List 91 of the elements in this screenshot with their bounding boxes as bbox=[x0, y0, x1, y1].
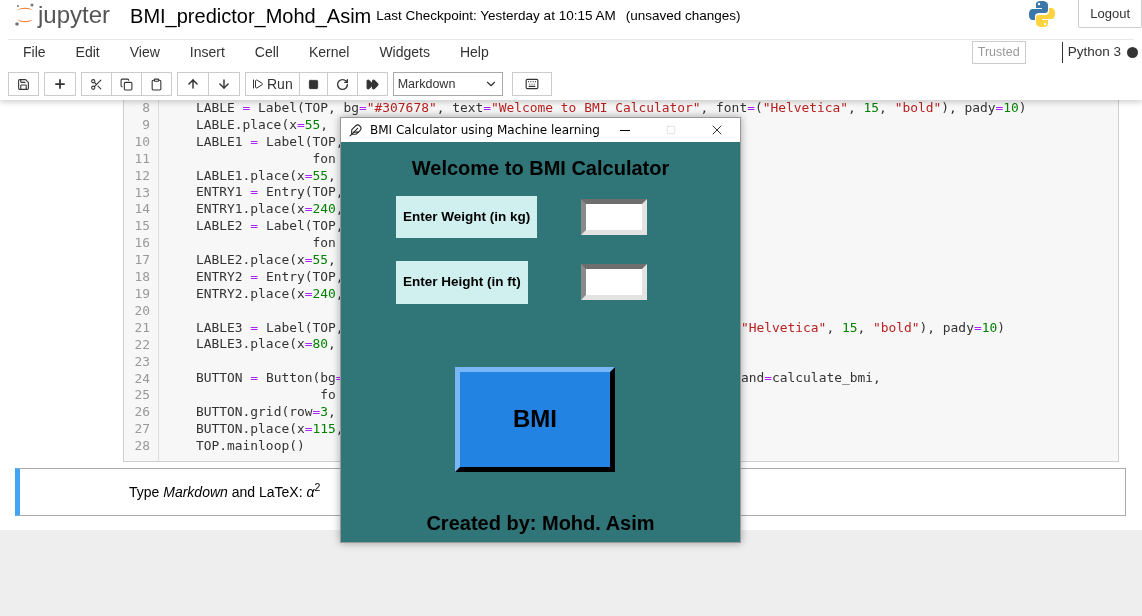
line-number: 16 bbox=[134, 235, 150, 253]
field-label: Enter Height (in ft) bbox=[396, 261, 528, 304]
line-number: 20 bbox=[134, 302, 150, 320]
kernel-name: Python 3 bbox=[1061, 42, 1121, 63]
menu-item[interactable]: File bbox=[8, 42, 61, 63]
move-up-button[interactable] bbox=[177, 72, 209, 96]
code-line: LABLE2.place(x=55, bbox=[196, 252, 336, 269]
code-line: "Helvetica", 15, "bold"), pady=10) bbox=[741, 319, 1005, 337]
line-number: 12 bbox=[134, 167, 150, 185]
jupyter-logo-icon bbox=[14, 2, 36, 28]
code-line: and=calculate_bmi, bbox=[741, 370, 881, 388]
code-line: ENTRY1.place(x=240, bbox=[196, 201, 344, 219]
code-line: LABLE3 = Label(TOP, bbox=[196, 319, 344, 337]
code-line: LABLE3.place(x=80, bbox=[196, 336, 336, 354]
code-line: ENTRY1 = Entry(TOP, bbox=[196, 184, 344, 202]
code-line: fo bbox=[319, 387, 336, 405]
markdown-text: Type Markdown and LaTeX: α$^{2}$ bbox=[129, 481, 321, 502]
line-number: 27 bbox=[134, 421, 150, 439]
move-down-button[interactable] bbox=[209, 72, 240, 96]
code-line: LABLE1.place(x=55, bbox=[196, 167, 336, 185]
restart-button[interactable] bbox=[327, 72, 358, 96]
add-cell-button[interactable] bbox=[44, 72, 76, 96]
bmi-button[interactable]: BMI bbox=[455, 366, 615, 472]
code-line: LABLE.place(x=55, bbox=[196, 116, 328, 134]
code-line: LABLE = Label(TOP, bg="#307678", text="Welcome to BMI Calculator", font=("Helvetica", 15, "bold"), pady=10) bbox=[196, 100, 1027, 117]
line-number: 11 bbox=[134, 150, 150, 168]
stop-icon bbox=[307, 78, 319, 90]
line-number: 18 bbox=[134, 269, 150, 286]
maximize-icon bbox=[666, 125, 676, 135]
code-line: ENTRY2 = Entry(TOP, bbox=[196, 268, 344, 286]
code-line: BUTTON.grid(row=3, bbox=[196, 404, 336, 421]
welcome-heading: Welcome to BMI Calculator bbox=[411, 156, 670, 181]
code-line: LABLE2 = Label(TOP, bbox=[196, 218, 344, 236]
code-line: fon bbox=[311, 235, 336, 252]
feather-icon bbox=[349, 123, 362, 137]
clipboard-icon bbox=[150, 77, 163, 91]
checkpoint-text: Last Checkpoint: Yesterday at 10:15 AM bbox=[376, 7, 616, 25]
menu-item[interactable]: View bbox=[114, 42, 175, 63]
menu-item[interactable]: Cell bbox=[239, 42, 294, 63]
save-button[interactable] bbox=[8, 72, 39, 96]
line-number: 26 bbox=[134, 404, 150, 422]
stop-button[interactable] bbox=[299, 72, 328, 96]
step-icon bbox=[252, 78, 264, 90]
line-number: 9 bbox=[142, 116, 150, 134]
line-number: 22 bbox=[134, 336, 150, 354]
minimize-icon bbox=[620, 129, 630, 131]
menu-item[interactable]: Kernel bbox=[293, 42, 365, 63]
line-number: 19 bbox=[134, 285, 150, 303]
menu-item[interactable]: Widgets bbox=[364, 42, 445, 63]
line-number: 24 bbox=[134, 370, 150, 388]
unsaved-text: (unsaved changes) bbox=[625, 7, 741, 25]
window-title: BMI Calculator using Machine learning bbox=[370, 122, 600, 139]
menu-item[interactable]: Help bbox=[444, 42, 504, 63]
cell-type-select[interactable]: Markdown bbox=[392, 72, 503, 96]
restart-icon bbox=[335, 77, 349, 91]
line-number: 25 bbox=[134, 387, 150, 405]
plus-icon bbox=[53, 77, 67, 91]
scissors-icon bbox=[90, 77, 103, 91]
run-button[interactable]: Run bbox=[245, 72, 300, 96]
menu-item[interactable]: Insert bbox=[174, 42, 240, 63]
line-number: 15 bbox=[134, 218, 150, 236]
fast-forward-icon bbox=[365, 77, 379, 91]
line-number: 8 bbox=[142, 100, 150, 117]
input-field[interactable] bbox=[581, 264, 647, 301]
copy-button[interactable] bbox=[112, 72, 142, 96]
run-all-button[interactable] bbox=[357, 72, 388, 96]
notebook-title[interactable]: BMI_predictor_Mohd_Asim bbox=[130, 1, 372, 31]
copy-icon bbox=[120, 77, 133, 91]
app-name[interactable]: jupyter bbox=[38, 2, 111, 28]
line-number: 21 bbox=[134, 319, 150, 337]
code-line: TOP.mainloop() bbox=[196, 437, 305, 455]
paste-button[interactable] bbox=[142, 72, 172, 96]
input-field[interactable] bbox=[581, 199, 647, 236]
field-label: Enter Weight (in kg) bbox=[396, 196, 538, 239]
code-line: ENTRY2.place(x=240, bbox=[196, 285, 344, 303]
line-number: 13 bbox=[134, 184, 150, 202]
line-number: 14 bbox=[134, 201, 150, 219]
line-number: 28 bbox=[134, 438, 150, 456]
code-line: LABLE1 = Label(TOP, bbox=[196, 133, 344, 151]
menu-item[interactable]: Edit bbox=[60, 42, 115, 63]
keyboard-button[interactable] bbox=[511, 72, 552, 96]
cut-button[interactable] bbox=[81, 72, 112, 96]
keyboard-icon bbox=[524, 77, 539, 91]
kernel-status-icon bbox=[1127, 47, 1138, 58]
code-line: BUTTON.place(x=115, bbox=[196, 420, 344, 438]
line-number: 10 bbox=[134, 133, 150, 151]
line-number: 23 bbox=[134, 353, 150, 371]
save-icon bbox=[17, 77, 30, 91]
line-number: 17 bbox=[134, 252, 150, 270]
code-line: fon bbox=[311, 150, 336, 168]
logout-button[interactable]: Logout bbox=[1078, 0, 1142, 28]
